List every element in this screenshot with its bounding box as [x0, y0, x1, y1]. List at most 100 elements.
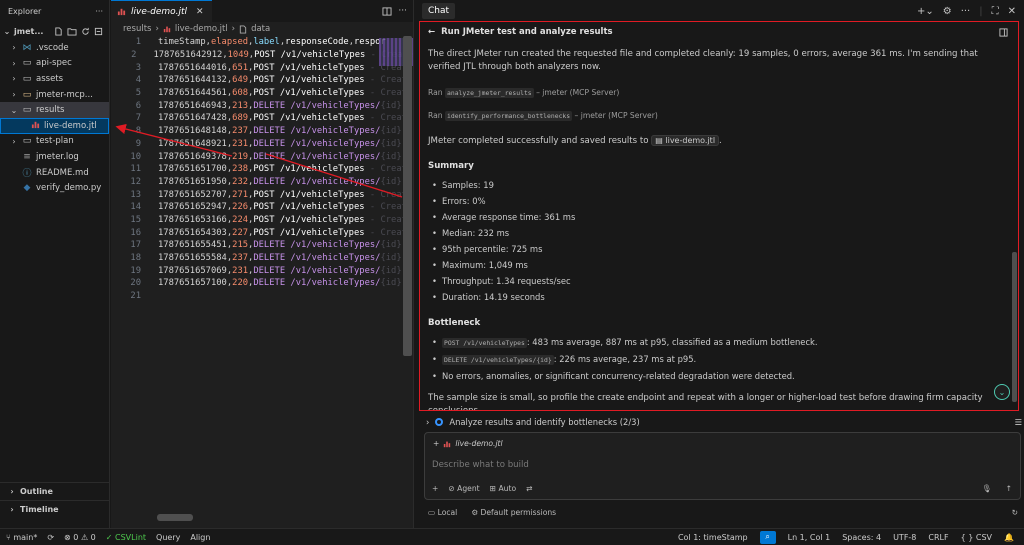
project-root[interactable]: ⌄ jmet...: [0, 22, 109, 40]
branch-indicator[interactable]: ⑂ main*: [6, 533, 37, 542]
new-chat-icon[interactable]: +⌄: [917, 6, 934, 17]
tree-item[interactable]: › ⋈ .vscode: [0, 40, 109, 56]
maximize-icon[interactable]: ⛶: [992, 6, 999, 17]
editor-vertical-scrollbar[interactable]: [403, 36, 412, 356]
code-area[interactable]: 1 timeStamp,elapsed,label,responseCode,r…: [111, 36, 413, 302]
microphone-icon[interactable]: 🎙: [982, 484, 992, 493]
more-actions-icon[interactable]: ···: [961, 6, 971, 17]
refresh-icon[interactable]: [81, 27, 90, 36]
tab-live-demo[interactable]: live-demo.jtl ✕: [111, 0, 212, 22]
checklist-icon[interactable]: ☰: [1014, 417, 1022, 427]
chat-input[interactable]: Describe what to build: [432, 460, 529, 470]
sync-icon[interactable]: ↻: [1012, 508, 1018, 517]
split-editor-icon[interactable]: [382, 6, 392, 16]
tree-item[interactable]: live-demo.jtl: [0, 117, 109, 134]
cell-elapsed: 232: [232, 176, 249, 187]
response-header: ← Run JMeter test and analyze results: [428, 22, 1008, 42]
cell-label: DELETE /v1/vehicleTypes/: [253, 151, 381, 162]
tree-item[interactable]: › ▭ jmeter-mcp...: [0, 87, 109, 103]
tree-item[interactable]: › ▭ assets: [0, 71, 109, 87]
chat-tab[interactable]: Chat: [422, 3, 456, 19]
more-actions-icon[interactable]: ···: [398, 6, 407, 16]
attachment-chip[interactable]: + live-demo.jtl: [433, 439, 503, 448]
cell-label: POST /v1/vehicleTypes: [253, 189, 365, 200]
collapse-all-icon[interactable]: [94, 27, 103, 36]
folder-icon: ▭: [22, 136, 32, 147]
tool-call-bottlenecks[interactable]: Ran identify_performance_bottlenecks – j…: [428, 111, 1008, 121]
bell-icon[interactable]: 🔔: [1004, 533, 1014, 542]
chat-scrollbar[interactable]: [1012, 252, 1017, 402]
cell-label-rest: {id}: [380, 138, 402, 149]
bottleneck-text: : 226 ms average, 237 ms at p95.: [553, 354, 697, 364]
close-icon[interactable]: ✕: [196, 7, 204, 17]
cell-label-rest: {id}: [380, 126, 402, 137]
csvlint-button[interactable]: ✓ CSVLint: [106, 533, 146, 542]
list-item: 95th percentile: 725 ms: [428, 241, 1008, 257]
code-line: 2 1787651642912,1049,POST /v1/vehicleType…: [111, 49, 413, 62]
agent-mode-button[interactable]: ⊘ Agent: [448, 484, 479, 493]
tree-item[interactable]: ⓘ README.md: [0, 165, 109, 181]
tree-item[interactable]: ◆ verify_demo.py: [0, 180, 109, 196]
timeline-section[interactable]: › Timeline: [0, 500, 110, 518]
code-line: 11 1787651651700,238,POST /v1/vehicleType…: [111, 163, 413, 176]
tool-call-analyze[interactable]: Ran analyze_jmeter_results – jmeter (MCP…: [428, 88, 1008, 98]
outline-section[interactable]: › Outline: [0, 482, 110, 500]
permissions-button[interactable]: ⚙ Default permissions: [471, 508, 556, 517]
line-number: 4: [135, 75, 141, 86]
tools-icon[interactable]: ⇄: [526, 484, 532, 493]
add-context-icon[interactable]: +: [433, 439, 439, 448]
tree-item[interactable]: › ▭ api-spec: [0, 56, 109, 72]
zoom-icon[interactable]: ⌕: [759, 530, 776, 544]
encoding[interactable]: UTF-8: [893, 533, 916, 542]
chevron-down-icon: ⌄: [3, 26, 11, 36]
close-icon[interactable]: ✕: [1008, 6, 1016, 17]
language-mode[interactable]: { } CSV: [961, 533, 992, 542]
cell-timestamp: 1787651644561: [158, 88, 227, 99]
scroll-down-icon[interactable]: ⌄: [994, 384, 1010, 400]
indentation[interactable]: Spaces: 4: [842, 533, 881, 542]
breadcrumb-results[interactable]: results: [123, 24, 151, 34]
sync-icon[interactable]: ⟳: [47, 533, 54, 542]
cell-timestamp: 1787651657069: [158, 265, 227, 276]
list-item: Maximum: 1,049 ms: [428, 257, 1008, 273]
code-line: 6 1787651646943,213,DELETE /v1/vehicleTyp…: [111, 99, 413, 112]
model-picker[interactable]: ⊞ Auto: [490, 484, 516, 493]
session-target-button[interactable]: ▭ Local: [428, 508, 457, 517]
attach-icon[interactable]: +: [432, 484, 438, 493]
editor-horizontal-scrollbar[interactable]: [157, 514, 193, 521]
cell-label: DELETE /v1/vehicleTypes/: [253, 240, 381, 251]
cell-timestamp: 1787651655584: [158, 253, 227, 264]
problems-indicator[interactable]: ⊗ 0 ⚠ 0: [64, 533, 96, 542]
align-button[interactable]: Align: [190, 533, 210, 542]
new-folder-icon[interactable]: [67, 27, 77, 36]
breadcrumb-file[interactable]: live-demo.jtl: [175, 24, 228, 34]
code-line: 8 1787651648148,237,DELETE /v1/vehicleTyp…: [111, 125, 413, 138]
new-file-icon[interactable]: [54, 26, 63, 36]
line-text: 1787651642912,1049,POST /v1/vehicleTypes…: [136, 50, 413, 60]
breadcrumb-data[interactable]: data: [251, 24, 270, 34]
chevron-right-icon: ›: [12, 58, 16, 68]
cell-timestamp: 1787651649378: [158, 151, 227, 162]
tree-item[interactable]: ⌄ ▭ results: [0, 102, 109, 118]
cell-label-rest: {id}: [380, 176, 402, 187]
query-button[interactable]: Query: [156, 533, 180, 542]
chevron-right-icon: ›: [12, 74, 16, 84]
panel-toggle-icon[interactable]: [999, 27, 1008, 37]
file-reference[interactable]: ▤ live-demo.jtl: [651, 135, 720, 146]
back-arrow-icon[interactable]: ←: [428, 27, 435, 37]
todo-progress[interactable]: › Analyze results and identify bottlenec…: [426, 413, 1022, 431]
shield-icon: ⚙: [471, 507, 479, 517]
closing-note: The sample size is small, so profile the…: [428, 393, 983, 411]
tree-item[interactable]: › ▭ test-plan: [0, 134, 109, 150]
ran-prefix: Ran: [428, 88, 443, 97]
gear-icon[interactable]: ⚙: [943, 6, 952, 17]
line-number: 12: [130, 176, 141, 187]
tree-item[interactable]: ≡ jmeter.log: [0, 149, 109, 165]
chart-file-icon: [443, 440, 451, 448]
column-indicator[interactable]: Col 1: timeStamp: [678, 533, 748, 542]
line-ending[interactable]: CRLF: [928, 533, 948, 542]
more-actions-icon[interactable]: ···: [95, 7, 103, 16]
composer-toolbar: + ⊘ Agent ⊞ Auto ⇄ 🎙 ↑: [432, 484, 1012, 493]
send-icon[interactable]: ↑: [1006, 484, 1012, 493]
cursor-position[interactable]: Ln 1, Col 1: [788, 533, 831, 542]
